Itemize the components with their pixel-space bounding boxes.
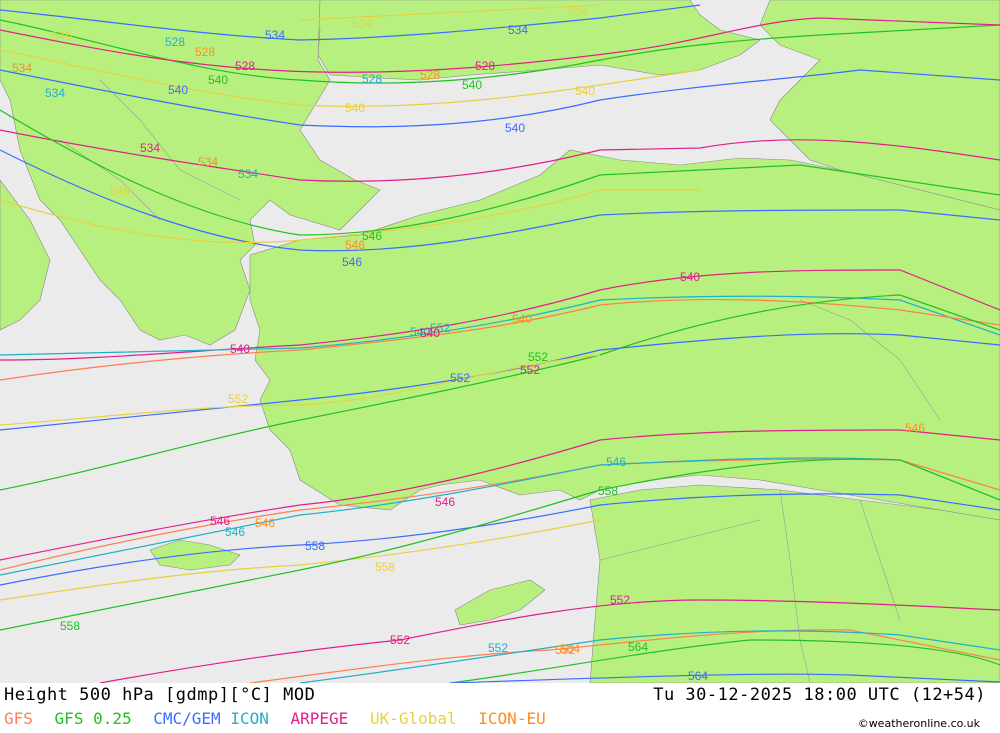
contour-label: 546 bbox=[342, 255, 362, 269]
legend-item-arpege[interactable]: ARPEGE bbox=[291, 709, 349, 728]
contour-label: 546 bbox=[362, 229, 382, 243]
contour-label: 552 bbox=[528, 350, 548, 364]
land-crete bbox=[149, 539, 241, 571]
contour-label: 534 bbox=[352, 17, 372, 31]
contour-label: 540 bbox=[345, 101, 365, 115]
contour-label: 546 bbox=[435, 495, 455, 509]
contour-label: 558 bbox=[375, 560, 395, 574]
contour-label: 528 bbox=[420, 68, 440, 82]
contour-label: 552 bbox=[610, 593, 630, 607]
contour-label: 546 bbox=[905, 421, 925, 435]
contour-label: 558 bbox=[305, 539, 325, 553]
contour-label: 564 bbox=[628, 640, 648, 654]
contour-label: 534 bbox=[568, 5, 588, 19]
contour-label: 534 bbox=[238, 167, 258, 181]
legend-item-ukglobal[interactable]: UK-Global bbox=[370, 709, 457, 728]
weather-map-panel: 540 534 534 528 528 528 540 534 534 528 528 528 534 5… bbox=[0, 0, 1000, 733]
map-title: Height 500 hPa [gdmp][°C] MOD bbox=[4, 685, 316, 705]
land-layer bbox=[0, 0, 1000, 683]
contour-label: 558 bbox=[60, 619, 80, 633]
contour-label: 528 bbox=[475, 59, 495, 73]
contour-label: 546 bbox=[110, 184, 130, 198]
legend-item-iconeu[interactable]: ICON-EU bbox=[478, 709, 545, 728]
contour-label: 546 bbox=[225, 525, 245, 539]
valid-time: Tu 30-12-2025 18:00 UTC (12+54) bbox=[653, 685, 986, 705]
credit-text[interactable]: ©weatheronline.co.uk bbox=[858, 717, 980, 730]
model-legend: GFS GFS 0.25 CMC/GEM ICON ARPEGE UK-Glob… bbox=[4, 709, 558, 728]
contour-label: 540 bbox=[462, 78, 482, 92]
contour-label: 540 bbox=[208, 73, 228, 87]
contour-label: 558 bbox=[598, 484, 618, 498]
contour-label: 552 bbox=[520, 363, 540, 377]
contour-label: 540 bbox=[52, 29, 72, 43]
contour-label: 540 bbox=[168, 83, 188, 97]
contour-label: 552 bbox=[488, 641, 508, 655]
land-levant bbox=[589, 484, 1000, 683]
contour-label: 552 bbox=[450, 371, 470, 385]
contour-label: 540 bbox=[680, 270, 700, 284]
legend-item-icon[interactable]: ICON bbox=[230, 709, 269, 728]
contour-label: 540 bbox=[575, 84, 595, 98]
contour-label: 552 bbox=[390, 633, 410, 647]
contour-label: 564 bbox=[688, 669, 708, 683]
contour-label: 552 bbox=[228, 392, 248, 406]
contour-label: 534 bbox=[45, 86, 65, 100]
contour-label: 534 bbox=[265, 28, 285, 42]
contour-label: 564 bbox=[560, 642, 580, 656]
contour-label: 540 bbox=[230, 342, 250, 356]
land-cyprus bbox=[454, 579, 546, 626]
legend-item-gfs[interactable]: GFS bbox=[4, 709, 33, 728]
contour-label: 540 bbox=[505, 121, 525, 135]
contour-label: 528 bbox=[362, 72, 382, 86]
contour-label: 540 bbox=[420, 326, 440, 340]
contour-label: 546 bbox=[255, 516, 275, 530]
contour-label: 546 bbox=[606, 455, 626, 469]
map-canvas: 540 534 534 528 528 528 540 534 534 528 528 528 534 5… bbox=[0, 0, 1000, 683]
contour-label: 534 bbox=[140, 141, 160, 155]
legend-item-gfs025[interactable]: GFS 0.25 bbox=[55, 709, 132, 728]
contour-label: 528 bbox=[235, 59, 255, 73]
contour-label: 528 bbox=[195, 45, 215, 59]
contour-label: 534 bbox=[12, 61, 32, 75]
map-area: 540 534 534 528 528 528 540 534 534 528 528 528 534 5… bbox=[0, 0, 1000, 683]
legend-item-cmc[interactable]: CMC/GEM bbox=[153, 709, 220, 728]
contour-label: 540 bbox=[512, 312, 532, 326]
footer-bar: Height 500 hPa [gdmp][°C] MOD Tu 30-12-2… bbox=[0, 683, 1000, 733]
contour-label: 534 bbox=[198, 155, 218, 169]
contour-label: 534 bbox=[508, 23, 528, 37]
contour-label: 528 bbox=[165, 35, 185, 49]
